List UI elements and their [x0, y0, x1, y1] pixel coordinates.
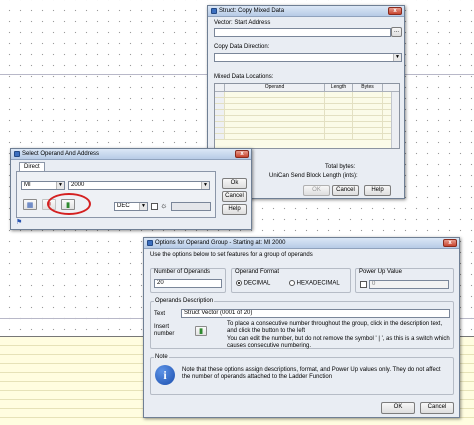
app-icon [211, 8, 217, 14]
format-select[interactable]: DEC ▼ [114, 202, 148, 211]
cancel-button[interactable]: Cancel [222, 191, 247, 202]
ok-button[interactable]: OK [303, 185, 330, 196]
table-row[interactable] [215, 134, 399, 140]
description-group-label: Operands Description [154, 298, 215, 304]
browse-button[interactable]: ... [391, 27, 402, 37]
intro-text: Use the options below to set features fo… [150, 252, 313, 258]
column-header-length: Length [325, 84, 353, 91]
cancel-button[interactable]: Cancel [420, 402, 454, 414]
unican-label: UniCan Send Block Length (ints): [269, 173, 358, 179]
highlight-circle [47, 193, 91, 215]
number-label: Number of Operands [154, 269, 211, 275]
watch-icon[interactable]: ☼ [160, 201, 170, 211]
select-dialog-titlebar[interactable]: Select Operand And Address x [11, 149, 251, 160]
insert-number-label: Insert number [154, 324, 175, 337]
address-input[interactable]: 2000 ▼ [68, 181, 210, 190]
ok-button[interactable]: OK [381, 402, 415, 414]
chevron-down-icon[interactable]: ▼ [56, 182, 64, 189]
direction-label: Copy Data Direction: [214, 44, 270, 50]
close-button[interactable]: x [235, 150, 249, 158]
text-label: Text [154, 311, 166, 317]
app-icon [147, 240, 153, 246]
radio-icon[interactable] [236, 280, 242, 286]
select-dialog-title: Select Operand And Address [22, 151, 100, 157]
chevron-down-icon[interactable]: ▼ [201, 182, 209, 189]
format-label: Operand Format [235, 269, 280, 275]
address-value: 2000 [71, 182, 85, 188]
struct-dialog-title: Struct: Copy Mixed Data [219, 8, 285, 14]
mixed-data-grid[interactable]: Operand Length Bytes [214, 83, 400, 149]
hex-label: HEXADECIMAL [296, 280, 340, 287]
help-button[interactable]: Help [364, 185, 391, 196]
struct-dialog-titlebar[interactable]: Struct: Copy Mixed Data x [208, 6, 404, 17]
hint-consecutive: To place a consecutive number throughout… [227, 321, 443, 334]
format-value: DEC [117, 203, 130, 209]
tab-direct-label: Direct [24, 164, 40, 170]
vector-input[interactable] [214, 28, 391, 37]
powerup-input[interactable]: 0 [369, 280, 449, 289]
column-header-operand: Operand [225, 84, 325, 91]
value-display [171, 202, 211, 211]
mixed-label: Mixed Data Locations: [214, 74, 274, 80]
app-icon [14, 151, 20, 157]
column-header-bytes: Bytes [353, 84, 383, 91]
radio-icon[interactable] [289, 280, 295, 286]
hint-edit: You can edit the number, but do not remo… [227, 336, 450, 349]
total-bytes-label: Total bytes: [325, 164, 356, 170]
help-button[interactable]: Help [222, 204, 247, 215]
options-dialog-title: Options for Operand Group - Starting at:… [155, 240, 286, 246]
close-button[interactable]: x [388, 7, 402, 15]
tab-direct[interactable]: Direct [19, 162, 45, 171]
chevron-down-icon[interactable]: ▼ [393, 54, 401, 61]
vector-label: Vector: Start Address [214, 20, 271, 26]
decimal-label: DECIMAL [243, 280, 271, 287]
chevron-down-icon[interactable]: ▼ [139, 203, 147, 210]
note-text: Note that these options assign descripti… [182, 367, 441, 380]
hex-radio[interactable]: HEXADECIMAL [289, 280, 340, 287]
insert-number-icon[interactable]: ▮ [195, 326, 207, 336]
number-of-operands-input[interactable]: 20 [154, 279, 222, 288]
tag-icon[interactable]: ⚑ [16, 219, 24, 227]
options-dialog: Options for Operand Group - Starting at:… [143, 237, 460, 418]
ok-button[interactable]: Ok [222, 178, 247, 189]
powerup-checkbox[interactable] [360, 281, 367, 288]
powerup-label: Power Up Value [359, 269, 402, 275]
bit-view-icon[interactable]: ▦ [23, 199, 37, 210]
close-button[interactable]: x [443, 239, 457, 247]
decimal-radio[interactable]: DECIMAL [236, 280, 270, 287]
direction-select[interactable]: ▼ [214, 53, 402, 62]
options-dialog-titlebar[interactable]: Options for Operand Group - Starting at:… [144, 238, 459, 249]
note-group-label: Note [154, 354, 169, 360]
operand-select[interactable]: MI ▼ [21, 181, 65, 190]
option-checkbox[interactable] [151, 203, 158, 210]
operand-value: MI [24, 182, 31, 188]
info-icon: i [155, 365, 175, 385]
select-operand-dialog: Select Operand And Address x Direct MI ▼… [10, 148, 252, 230]
description-text-input[interactable]: Struct Vector (0001 of 20) [181, 309, 450, 318]
cancel-button[interactable]: Cancel [332, 185, 359, 196]
grid-scrollbar[interactable] [391, 92, 399, 148]
